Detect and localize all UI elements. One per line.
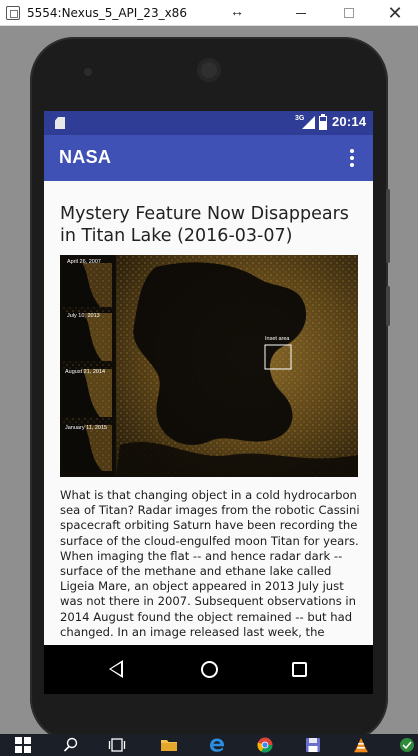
article-scroll-view[interactable]: Mystery Feature Now Disappears in Titan … bbox=[44, 181, 373, 694]
app-toolbar: NASA bbox=[44, 135, 373, 181]
more-options-icon[interactable] bbox=[344, 145, 360, 171]
image-date-label-4: January 11, 2015 bbox=[65, 425, 108, 431]
article-body: What is that changing object in a cold h… bbox=[60, 488, 360, 639]
minimize-icon bbox=[296, 12, 306, 14]
close-button[interactable]: ✕ bbox=[372, 0, 418, 26]
maximize-icon bbox=[344, 8, 354, 18]
article-title: Mystery Feature Now Disappears in Titan … bbox=[60, 204, 349, 246]
power-button[interactable] bbox=[386, 286, 390, 326]
image-date-label-2: July 10, 2013 bbox=[67, 313, 100, 319]
search-icon[interactable] bbox=[62, 737, 80, 753]
volume-button[interactable] bbox=[386, 189, 390, 263]
save-floppy-icon[interactable] bbox=[304, 737, 322, 753]
recents-icon[interactable] bbox=[292, 662, 307, 677]
image-date-label-3: August 21, 2014 bbox=[65, 369, 106, 375]
edge-browser-icon[interactable] bbox=[208, 737, 226, 753]
app-tray-icon[interactable] bbox=[398, 737, 416, 753]
image-inset-label: Inset area bbox=[265, 336, 290, 342]
vlc-player-icon[interactable] bbox=[352, 737, 370, 753]
minimize-button[interactable] bbox=[278, 0, 324, 26]
battery-charging-icon bbox=[319, 114, 327, 130]
chrome-browser-icon[interactable] bbox=[256, 737, 274, 753]
app-title: NASA bbox=[59, 147, 112, 167]
rotate-resize-icon[interactable]: ↔ bbox=[230, 3, 244, 19]
windows-taskbar bbox=[0, 734, 418, 756]
start-icon[interactable] bbox=[14, 737, 32, 753]
emulator-viewport: 3G 20:14 NASA Mystery Feature Now Disapp… bbox=[0, 26, 418, 742]
emulator-title-bar: 5554:Nexus_5_API_23_x86 ↔ ✕ bbox=[0, 0, 418, 26]
back-icon[interactable] bbox=[109, 660, 123, 678]
file-explorer-icon[interactable] bbox=[160, 737, 178, 753]
task-view-icon[interactable] bbox=[108, 737, 126, 753]
image-date-label-1: April 26, 2007 bbox=[67, 259, 101, 265]
front-camera-icon bbox=[84, 68, 92, 76]
phone-screen: 3G 20:14 NASA Mystery Feature Now Disapp… bbox=[44, 111, 373, 694]
article-image[interactable]: April 26, 2007 July 10, 2013 August 21, … bbox=[60, 255, 358, 477]
home-icon[interactable] bbox=[201, 661, 218, 678]
emulator-app-icon bbox=[6, 5, 20, 20]
maximize-button[interactable] bbox=[326, 0, 372, 26]
android-nav-bar bbox=[44, 645, 373, 694]
emulator-window-title: 5554:Nexus_5_API_23_x86 bbox=[27, 5, 187, 20]
signal-strength-icon bbox=[302, 116, 315, 129]
titan-radar-image bbox=[60, 255, 358, 477]
sd-card-icon bbox=[55, 117, 65, 129]
earpiece-speaker bbox=[197, 58, 221, 82]
status-clock: 20:14 bbox=[332, 114, 367, 129]
status-bar: 3G 20:14 bbox=[44, 111, 373, 135]
